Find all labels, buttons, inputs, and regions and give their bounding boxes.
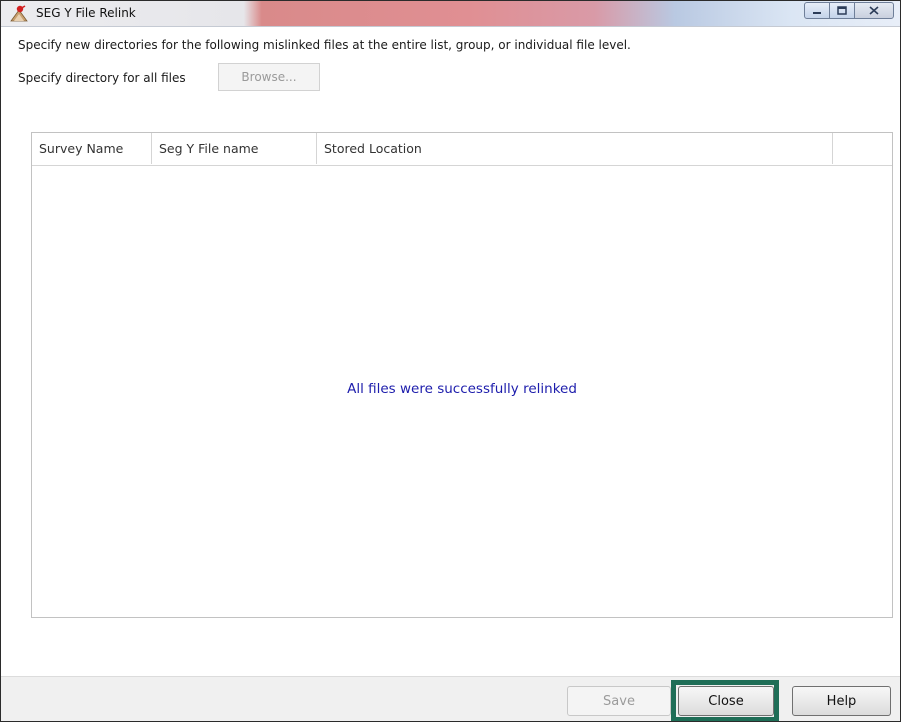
title-bar[interactable]: SEG Y File Relink xyxy=(1,1,900,27)
column-header-seg-y-file-name[interactable]: Seg Y File name xyxy=(152,133,317,164)
app-icon xyxy=(10,5,28,22)
maximize-icon xyxy=(837,6,847,15)
minimize-button[interactable] xyxy=(804,2,830,19)
caption-buttons xyxy=(804,2,894,20)
column-header-stored-location[interactable]: Stored Location xyxy=(317,133,833,164)
save-button[interactable]: Save xyxy=(567,686,671,716)
table-header: Survey Name Seg Y File name Stored Locat… xyxy=(32,133,892,166)
relink-file-table[interactable]: Survey Name Seg Y File name Stored Locat… xyxy=(31,132,893,618)
seg-y-relink-dialog: SEG Y File Relink Specify new directorie… xyxy=(0,0,901,722)
column-header-survey-name[interactable]: Survey Name xyxy=(32,133,152,164)
empty-status-message: All files were successfully relinked xyxy=(347,381,577,397)
instruction-text: Specify new directories for the followin… xyxy=(18,38,631,52)
maximize-button[interactable] xyxy=(829,2,855,19)
close-button-highlight xyxy=(671,680,779,721)
help-button[interactable]: Help xyxy=(792,686,891,716)
close-window-button[interactable] xyxy=(854,2,894,19)
minimize-icon xyxy=(813,11,821,14)
column-header-extra[interactable] xyxy=(833,133,893,164)
window-title: SEG Y File Relink xyxy=(36,6,136,20)
directory-label: Specify directory for all files xyxy=(18,71,186,85)
close-icon xyxy=(869,6,879,15)
browse-button[interactable]: Browse... xyxy=(218,63,320,91)
